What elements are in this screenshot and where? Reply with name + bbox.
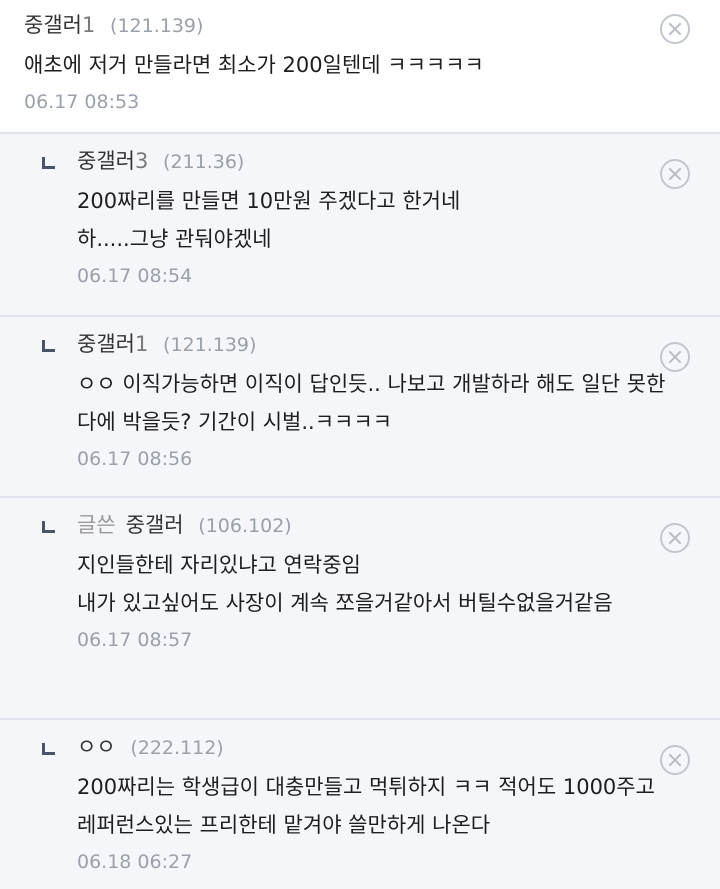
comment-nickname[interactable]: 중갤러 — [24, 13, 82, 37]
comment-text: 200짜리를 만들면 10만원 주겠다고 한거네 하.....그냥 관둬야겠네 — [77, 182, 696, 258]
comment-header: 중갤러3 (211.36) — [77, 146, 696, 176]
comment-nickname[interactable]: ㅇㅇ — [77, 735, 116, 759]
reply-arrow-icon — [42, 521, 55, 533]
comment-nickname[interactable]: 중갤러 — [77, 332, 135, 356]
comment-ip: (211.36) — [163, 151, 245, 173]
reply-arrow-icon — [42, 157, 55, 169]
comment-date: 06.18 06:27 — [77, 851, 193, 873]
comment-item: 중갤러1 (121.139) 애초에 저거 만들라면 최소가 200일텐데 ㅋㅋ… — [0, 0, 720, 134]
comment-text-line: 200짜리를 만들면 10만원 주겠다고 한거네 — [77, 189, 461, 213]
delete-comment-icon[interactable] — [660, 14, 690, 44]
reply-item: ㅇㅇ (222.112) 200짜리는 학생급이 대충만들고 먹튀하지 ㅋㅋ 적… — [0, 720, 720, 889]
comment-date: 06.17 08:56 — [77, 448, 193, 470]
writer-badge: 글쓴 — [77, 513, 116, 537]
comment-text-line: 200짜리는 학생급이 대충만들고 먹튀하지 ㅋㅋ 적어도 1000주고 레퍼런… — [77, 775, 655, 837]
comment-ip: (106.102) — [198, 515, 292, 537]
comment-header: 중갤러1 (121.139) — [24, 10, 660, 40]
delete-comment-icon[interactable] — [660, 159, 690, 189]
comment-text: ㅇㅇ 이직가능하면 이직이 답인듯.. 나보고 개발하라 해도 일단 못한다에 … — [77, 365, 696, 441]
comment-header: 글쓴 중갤러 (106.102) — [77, 510, 696, 540]
reply-item: 중갤러3 (211.36) 200짜리를 만들면 10만원 주겠다고 한거네 하… — [0, 134, 720, 317]
comment-text-line: ㅇㅇ 이직가능하면 이직이 답인듯.. 나보고 개발하라 해도 일단 못한다에 … — [77, 372, 666, 434]
comment-nickname[interactable]: 중갤러 — [77, 149, 135, 173]
delete-comment-icon[interactable] — [660, 342, 690, 372]
delete-comment-icon[interactable] — [660, 523, 690, 553]
reply-arrow-icon — [42, 340, 55, 352]
comment-text: 지인들한테 자리있냐고 연락중임 내가 있고싶어도 사장이 계속 쪼을거같아서 … — [77, 546, 696, 622]
comment-nickname-suffix: 1 — [81, 13, 96, 37]
comment-text: 200짜리는 학생급이 대충만들고 먹튀하지 ㅋㅋ 적어도 1000주고 레퍼런… — [77, 768, 696, 844]
comment-list: 중갤러1 (121.139) 애초에 저거 만들라면 최소가 200일텐데 ㅋㅋ… — [0, 0, 720, 889]
comment-ip: (121.139) — [110, 15, 204, 37]
reply-arrow-icon — [42, 743, 55, 755]
comment-text-line: 애초에 저거 만들라면 최소가 200일텐데 ㅋㅋㅋㅋㅋ — [24, 53, 484, 77]
comment-text-line: 지인들한테 자리있냐고 연락중임 — [77, 553, 361, 577]
comment-date: 06.17 08:53 — [24, 91, 140, 113]
reply-item: 글쓴 중갤러 (106.102) 지인들한테 자리있냐고 연락중임 내가 있고싶어… — [0, 498, 720, 720]
comment-nickname-suffix: 3 — [134, 149, 149, 173]
comment-ip: (121.139) — [163, 334, 257, 356]
comment-date: 06.17 08:54 — [77, 265, 193, 287]
reply-item: 중갤러1 (121.139) ㅇㅇ 이직가능하면 이직이 답인듯.. 나보고 개… — [0, 317, 720, 498]
comment-text-line: 내가 있고싶어도 사장이 계속 쪼을거같아서 버틸수없을거같음 — [77, 591, 613, 615]
comment-nickname-suffix: 1 — [134, 332, 149, 356]
comment-ip: (222.112) — [130, 737, 224, 759]
comment-text-line: 하.....그냥 관둬야겠네 — [77, 227, 272, 251]
comment-text: 애초에 저거 만들라면 최소가 200일텐데 ㅋㅋㅋㅋㅋ — [24, 46, 660, 84]
comment-header: 중갤러1 (121.139) — [77, 329, 696, 359]
comment-date: 06.17 08:57 — [77, 629, 193, 651]
delete-comment-icon[interactable] — [660, 745, 690, 775]
comment-nickname[interactable]: 중갤러 — [126, 513, 184, 537]
comment-header: ㅇㅇ (222.112) — [77, 732, 696, 762]
